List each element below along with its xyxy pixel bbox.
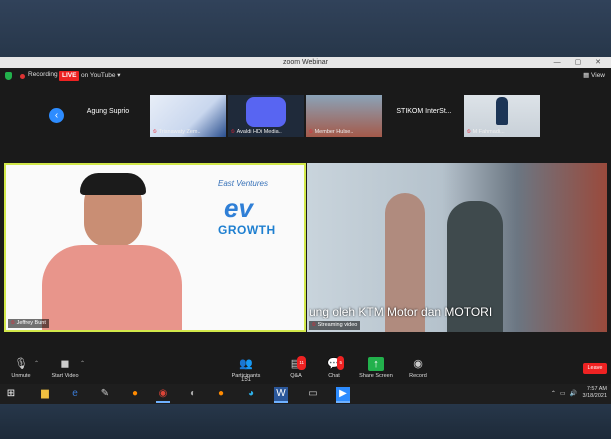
previous-page-button[interactable]: ‹	[49, 108, 64, 123]
chat-button[interactable]: 💬 5 Chat	[324, 356, 344, 379]
window-controls[interactable]: — ▢ ✕	[554, 57, 607, 68]
video-app-icon[interactable]: ▭	[306, 387, 320, 401]
zoom-window: zoom Webinar — ▢ ✕ Recording LIVE on You…	[0, 57, 611, 404]
qa-badge: 11	[297, 356, 306, 370]
unmute-button[interactable]: 🎙 Unmute	[8, 357, 34, 379]
video-options-caret[interactable]: ⌃	[80, 360, 85, 367]
participant-thumb[interactable]: STIKOM InterSt...	[386, 95, 462, 137]
edge-chromium-icon[interactable]: ◕	[244, 387, 258, 401]
edge-icon[interactable]: e	[68, 387, 82, 401]
title-bar: zoom Webinar — ▢ ✕	[0, 57, 611, 68]
participants-button[interactable]: 👥151 Participants	[228, 357, 264, 383]
zoom-icon[interactable]: ▶	[336, 387, 350, 403]
microphone-muted-icon: 🎙	[14, 358, 28, 370]
view-button[interactable]: ▦ View	[583, 71, 605, 79]
muted-mic-icon: ⦸	[312, 322, 316, 328]
participant-avatar	[496, 97, 508, 125]
chrome-icon[interactable]: ◉	[156, 387, 170, 403]
firefox-icon-2[interactable]: ●	[214, 387, 228, 401]
ev-logo: ev	[224, 193, 253, 223]
participant-thumb[interactable]: ⦸ Avaldi HDi Media..	[228, 95, 304, 137]
record-button[interactable]: ◉ Record	[406, 357, 430, 379]
participant-name-large: STIKOM InterSt...	[396, 108, 452, 115]
audio-options-caret[interactable]: ⌃	[34, 360, 39, 367]
start-video-button[interactable]: ◼ Start Video	[48, 357, 82, 379]
meeting-toolbar: 🎙 Unmute ⌃ ◼ Start Video ⌃ 👥151 Particip…	[0, 354, 611, 384]
qa-icon: ▤ 11	[290, 356, 306, 370]
participant-name: Avaldi HDi Media..	[236, 129, 282, 135]
security-shield-icon[interactable]	[5, 72, 12, 80]
start-icon[interactable]: ⊞	[4, 387, 18, 401]
participant-name-large: Agung Suprio	[86, 108, 130, 115]
windows-taskbar: ⊞ ▆ e ✎ ● ◉ ◐ ● ◕ W ▭ ▶ ⌃▭🔊 7:57 AM 3/18…	[0, 384, 611, 404]
qa-button[interactable]: ▤ 11 Q&A	[286, 356, 306, 379]
participant-name: Member Hulse..	[314, 129, 354, 135]
meeting-info-bar: Recording LIVE on YouTube ▾ ▦ View	[0, 68, 611, 85]
participant-thumb[interactable]: ⦸ M Fahmadi...	[464, 95, 540, 137]
live-badge[interactable]: LIVE	[59, 71, 80, 81]
active-speaker-tile[interactable]: East Ventures ev GROWTH ⦸ Jeffrey Bunt	[4, 163, 306, 332]
participants-icon: 👥151	[239, 358, 253, 383]
participant-thumb[interactable]: Agung Suprio	[70, 95, 146, 137]
video-name-tag: ⦸ Streaming video	[309, 321, 361, 330]
participant-thumb[interactable]: ⦸ Trisnawaty Zem..	[150, 95, 226, 137]
system-tray-icons[interactable]: ⌃▭🔊	[551, 390, 581, 397]
participant-name: M Fahmadi...	[472, 129, 505, 135]
record-icon: ◉	[413, 358, 423, 370]
clock[interactable]: 7:57 AM 3/18/2021	[583, 386, 607, 400]
chat-icon: 💬 5	[327, 356, 344, 370]
desktop-wallpaper-bottom	[0, 404, 611, 439]
participant-name: Trisnawaty Zem..	[158, 129, 201, 135]
participant-strip: ‹ Agung Suprio ⦸ Trisnawaty Zem.. ⦸ Avaldi…	[0, 85, 611, 141]
share-screen-button[interactable]: ↑ Share Screen	[358, 357, 394, 379]
app-icon[interactable]: ◐	[186, 387, 200, 401]
growth-tagline: GROWTH	[218, 223, 276, 237]
recording-label: Recording	[28, 71, 58, 78]
east-ventures-brand: East Ventures	[218, 179, 268, 188]
chat-badge: 5	[337, 356, 344, 370]
discord-avatar-icon	[246, 97, 286, 127]
file-explorer-icon[interactable]: ▆	[38, 387, 52, 401]
participant-thumb[interactable]: ⦸ Member Hulse..	[306, 95, 382, 137]
firefox-icon[interactable]: ●	[128, 387, 142, 401]
share-screen-icon: ↑	[368, 357, 384, 371]
recording-icon	[20, 74, 25, 79]
leave-button[interactable]: Leave	[583, 363, 607, 374]
sticky-icon[interactable]: ✎	[98, 387, 112, 401]
video-subtitle: ung oleh KTM Motor dan MOTORI	[309, 305, 493, 319]
word-icon[interactable]: W	[274, 387, 288, 403]
speaker-video	[36, 173, 186, 330]
window-title: zoom Webinar	[282, 59, 328, 66]
muted-mic-icon: ⦸	[309, 129, 313, 135]
muted-mic-icon: ⦸	[153, 129, 157, 135]
speaker-name-tag: ⦸ Jeffrey Bunt	[8, 319, 49, 328]
desktop-wallpaper-top	[0, 0, 611, 57]
live-stream-menu[interactable]: on YouTube ▾	[81, 71, 121, 79]
shared-video-tile[interactable]: ung oleh KTM Motor dan MOTORI ⦸ Streaming…	[307, 163, 607, 332]
muted-mic-icon: ⦸	[231, 129, 235, 135]
video-off-icon: ◼	[60, 358, 70, 370]
muted-mic-icon: ⦸	[467, 129, 471, 135]
muted-mic-icon: ⦸	[11, 320, 15, 326]
